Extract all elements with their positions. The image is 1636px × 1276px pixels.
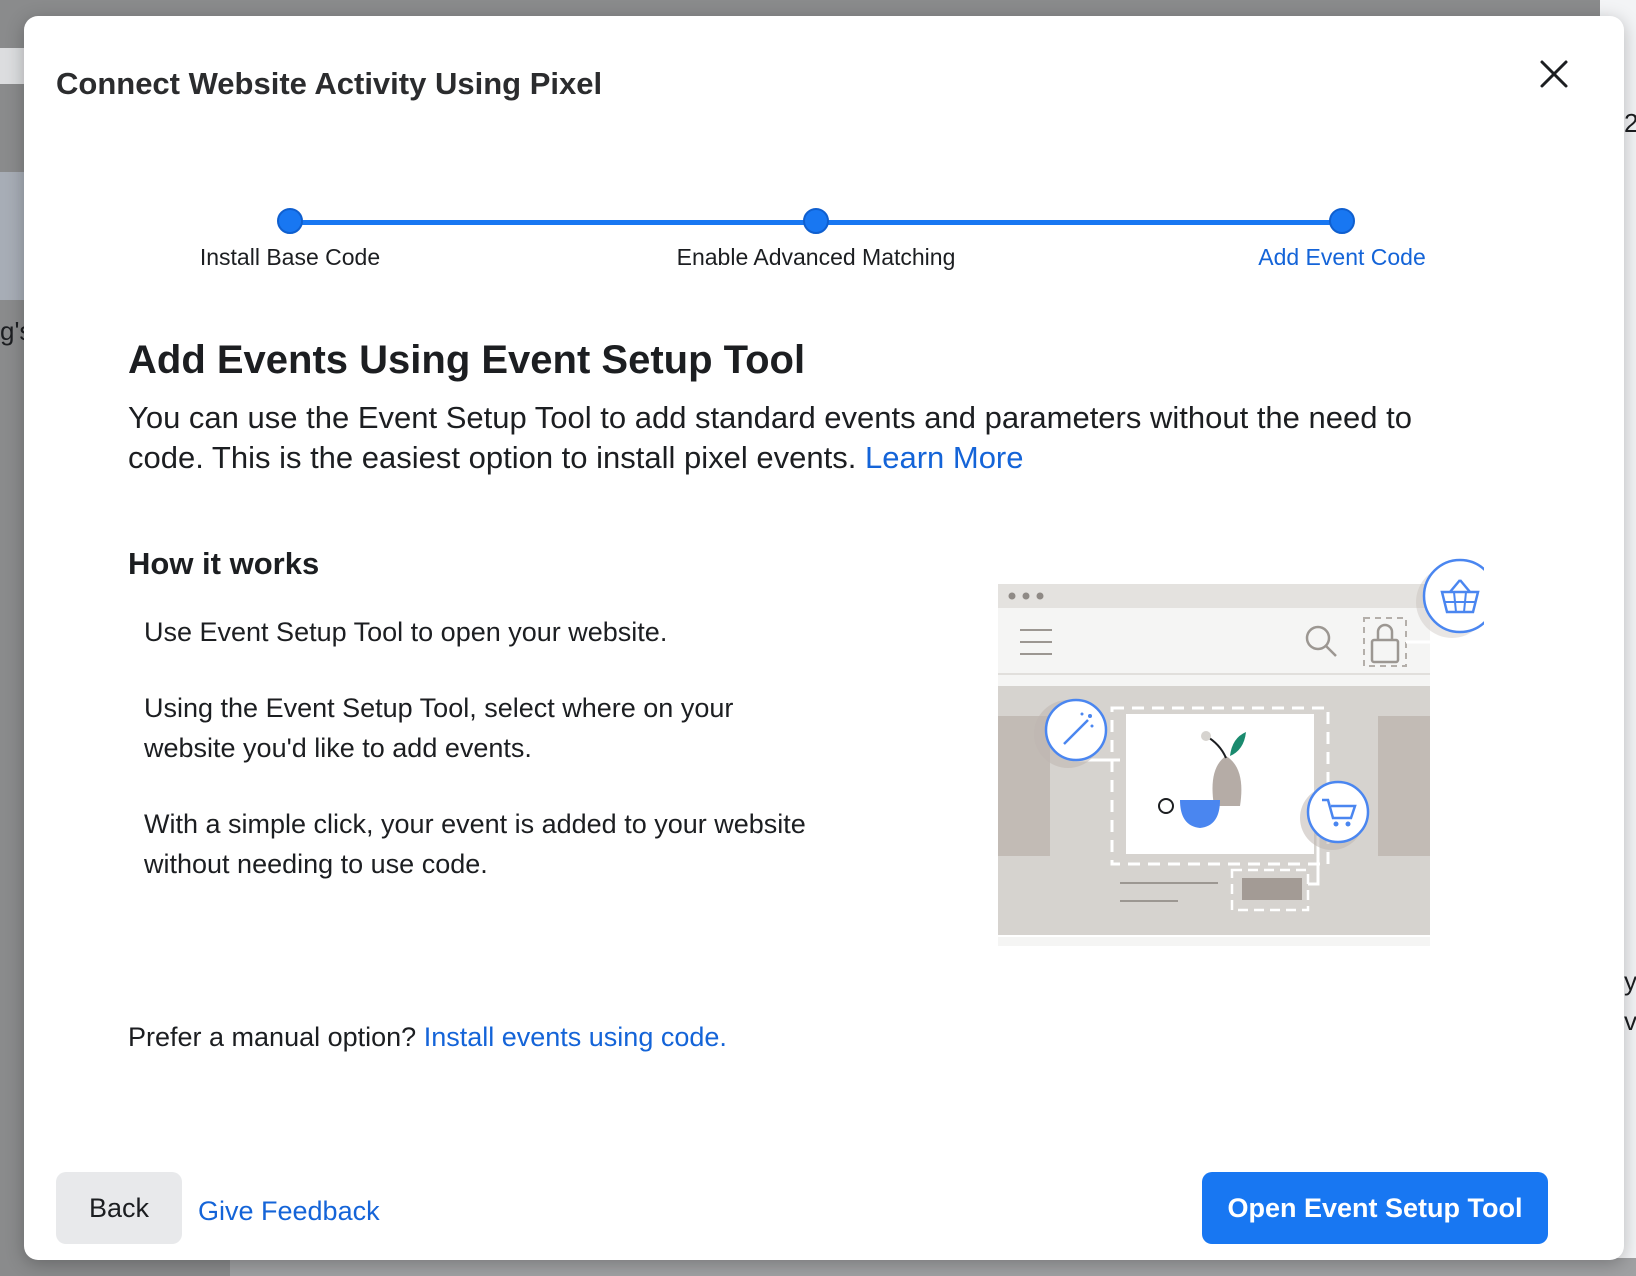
stepper-line xyxy=(816,220,1342,225)
background-page-bottom xyxy=(230,1258,1636,1276)
close-icon xyxy=(1540,60,1568,88)
progress-stepper: Install Base Code Enable Advanced Matchi… xyxy=(24,188,1624,278)
section-heading: Add Events Using Event Setup Tool xyxy=(128,338,806,382)
description-text: You can use the Event Setup Tool to add … xyxy=(128,400,1412,475)
open-event-setup-tool-button[interactable]: Open Event Setup Tool xyxy=(1202,1172,1548,1244)
step-dot-install-base-code xyxy=(277,208,303,234)
background-text: 2 xyxy=(1624,108,1636,138)
how-it-works-heading: How it works xyxy=(128,546,320,581)
how-step-3: With a simple click, your event is added… xyxy=(144,809,806,879)
step-label-add-event-code[interactable]: Add Event Code xyxy=(1258,244,1426,271)
stepper-line xyxy=(290,220,816,225)
pixel-setup-dialog: Connect Website Activity Using Pixel Ins… xyxy=(24,16,1624,1260)
background-text: y xyxy=(1624,966,1636,996)
give-feedback-link[interactable]: Give Feedback xyxy=(198,1196,380,1227)
back-button[interactable]: Back xyxy=(56,1172,182,1244)
manual-option-text: Prefer a manual option? Install events u… xyxy=(128,1022,727,1053)
background-page-block xyxy=(0,172,24,300)
learn-more-link[interactable]: Learn More xyxy=(865,440,1024,475)
section-description: You can use the Event Setup Tool to add … xyxy=(128,398,1468,478)
manual-option-prefix: Prefer a manual option? xyxy=(128,1022,417,1052)
close-button[interactable] xyxy=(1530,50,1578,98)
event-setup-illustration xyxy=(998,558,1484,946)
how-step-1: Use Event Setup Tool to open your websit… xyxy=(144,617,668,647)
how-step-2: Using the Event Setup Tool, select where… xyxy=(144,693,734,763)
step-dot-enable-advanced-matching xyxy=(803,208,829,234)
step-dot-add-event-code xyxy=(1329,208,1355,234)
step-label-install-base-code[interactable]: Install Base Code xyxy=(200,244,380,271)
dialog-title: Connect Website Activity Using Pixel xyxy=(56,66,603,101)
install-events-using-code-link[interactable]: Install events using code. xyxy=(424,1022,727,1052)
step-label-enable-advanced-matching[interactable]: Enable Advanced Matching xyxy=(677,244,956,271)
background-page-strip xyxy=(0,48,24,84)
background-text: v xyxy=(1624,1006,1636,1036)
